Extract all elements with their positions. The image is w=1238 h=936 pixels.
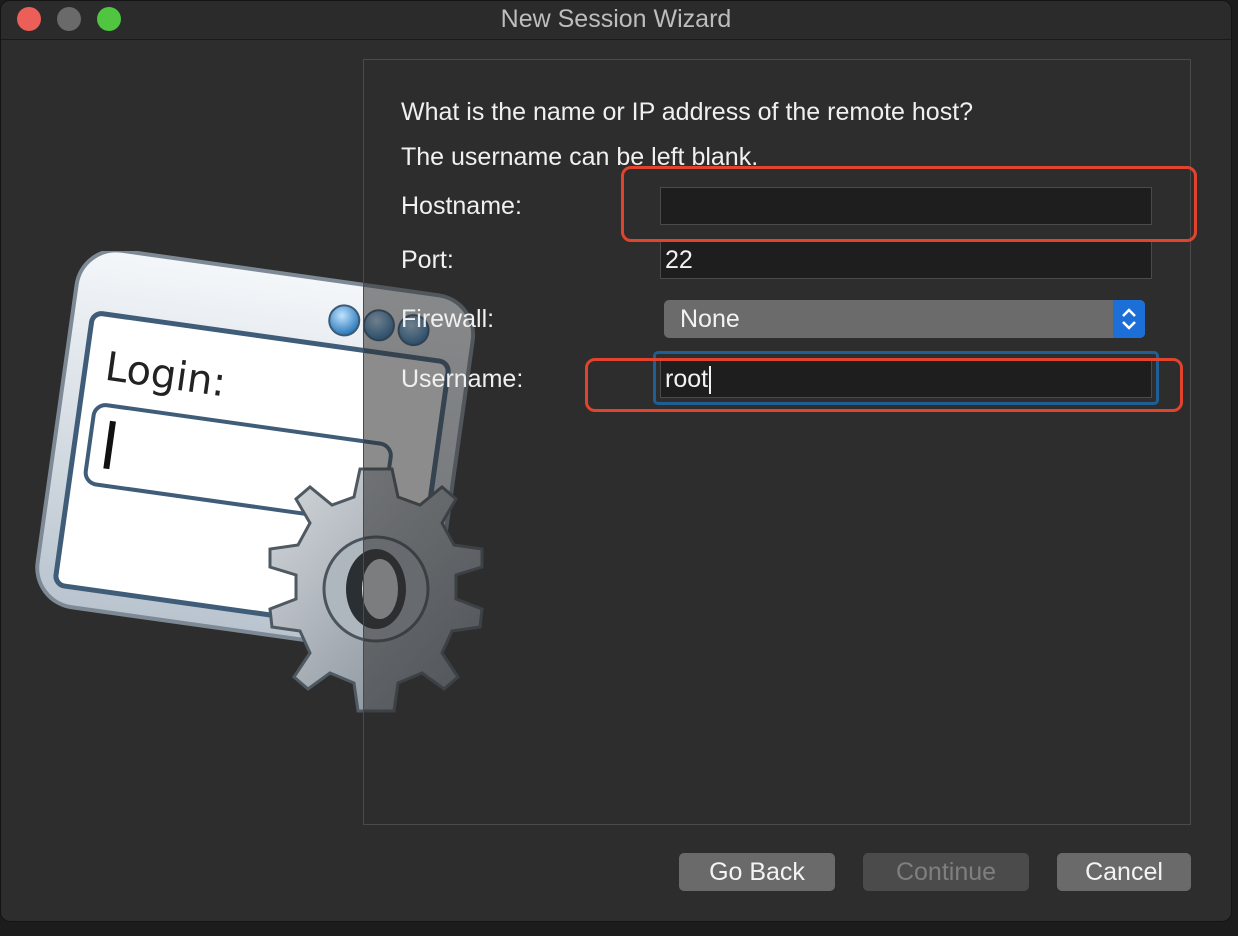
continue-button[interactable]: Continue bbox=[863, 853, 1029, 891]
hostname-label: Hostname: bbox=[401, 192, 522, 220]
firewall-stepper[interactable] bbox=[1113, 300, 1145, 338]
prompt-question: What is the name or IP address of the re… bbox=[401, 98, 974, 126]
username-label: Username: bbox=[401, 365, 524, 393]
firewall-label: Firewall: bbox=[401, 305, 495, 333]
port-input[interactable]: 22 bbox=[660, 241, 1152, 279]
chevron-up-down-icon bbox=[1122, 308, 1136, 330]
go-back-button[interactable]: Go Back bbox=[679, 853, 835, 891]
firewall-select[interactable]: None bbox=[664, 300, 1145, 338]
port-value: 22 bbox=[665, 246, 693, 274]
wizard-window: New Session Wizard Login: What is the na… bbox=[0, 0, 1232, 922]
title-bar: New Session Wizard bbox=[1, 1, 1231, 40]
hostname-highlight-box bbox=[621, 166, 1197, 242]
username-highlight-box bbox=[585, 358, 1183, 412]
firewall-selected-value: None bbox=[680, 305, 740, 333]
window-title: New Session Wizard bbox=[500, 5, 732, 33]
cancel-button[interactable]: Cancel bbox=[1057, 853, 1191, 891]
port-label: Port: bbox=[401, 246, 454, 274]
